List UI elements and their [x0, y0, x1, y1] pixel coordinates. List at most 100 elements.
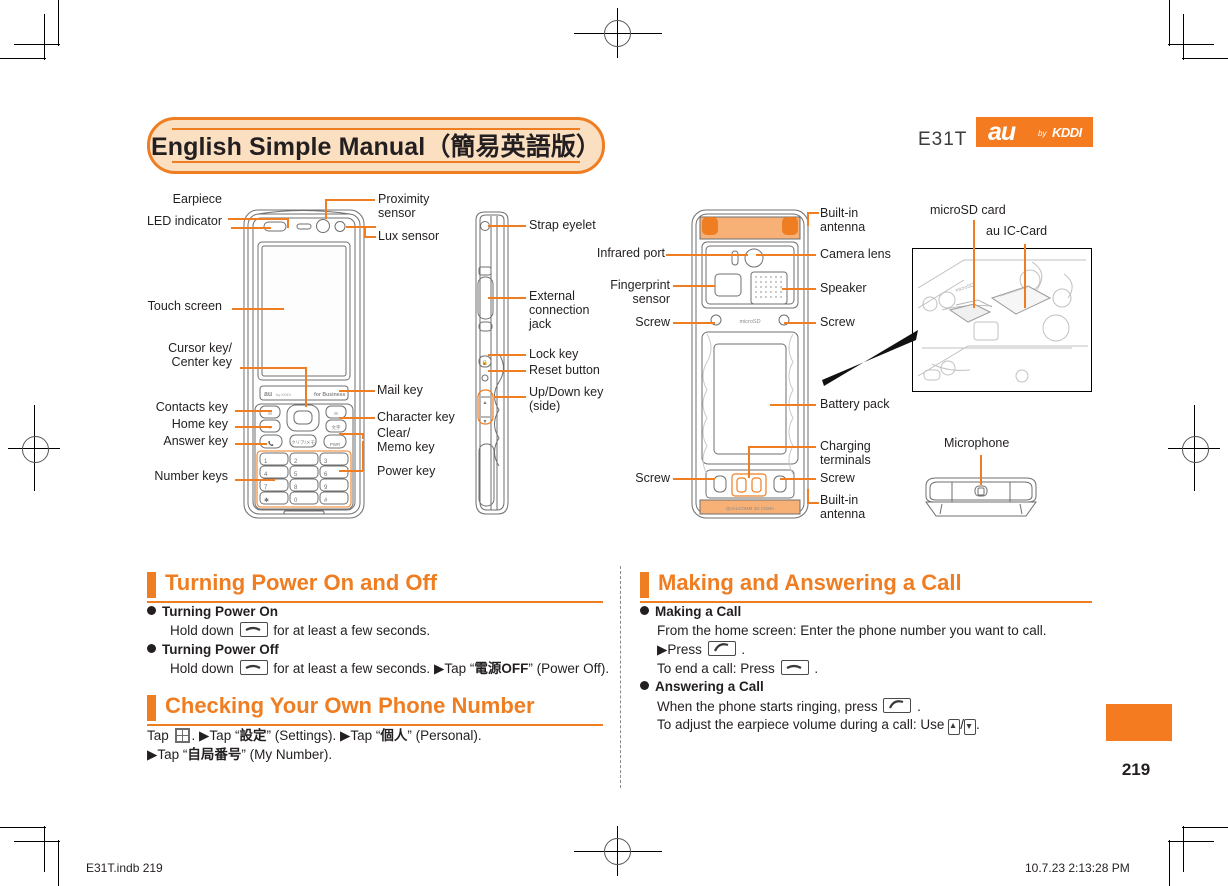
section-heading-own-phone-number: Checking Your Own Phone Number	[165, 693, 535, 718]
settings-japanese: 設定	[239, 728, 267, 743]
label-screw-back-right-top: Screw	[820, 315, 855, 329]
label-camera-lens: Camera lens	[820, 247, 891, 261]
label-speaker: Speaker	[820, 281, 867, 295]
page-title-banner: English Simple Manual（簡易英語版）	[147, 117, 605, 174]
label-led-indicator: LED indicator	[146, 214, 222, 228]
registration-mark-right	[1168, 405, 1220, 491]
personal-japanese: 個人	[380, 728, 408, 743]
banner-rule-top	[172, 128, 580, 130]
footer-file-label: E31T.indb 219	[86, 861, 163, 875]
label-contacts-key: Contacts key	[155, 400, 228, 414]
text-own-number-line2: ▶Tap “自局番号” (My Number).	[147, 747, 332, 763]
registration-mark-top	[574, 8, 662, 58]
tap-sep-2: ” (Settings). ▶Tap “	[266, 728, 381, 743]
page-edge-tab	[1106, 704, 1172, 741]
label-character-key: Character key	[377, 410, 455, 424]
label-infrared-port: Infrared port	[596, 246, 665, 260]
svg-text:QUALCOMM 3G CDMA: QUALCOMM 3G CDMA	[726, 506, 774, 511]
period: .	[814, 661, 819, 676]
label-fingerprint-sensor: Fingerprint sensor	[610, 278, 670, 306]
card-slot-detail-photo: microSD	[911, 247, 1093, 397]
label-earpiece: Earpiece	[172, 192, 222, 206]
svg-text:1: 1	[264, 459, 268, 465]
tap-sep-3: ” (Personal).	[407, 728, 482, 743]
volume-down-key-icon	[963, 719, 976, 735]
leader-microsd-card	[973, 220, 975, 308]
text-own-number-line1: Tap . ▶Tap “設定” (Settings). ▶Tap “個人” (P…	[147, 728, 482, 744]
seconds-text: for at least a few seconds.	[273, 661, 431, 676]
tap-suffix: ” (Power Off).	[528, 661, 610, 676]
section-heading-turning-power: Turning Power On and Off	[165, 570, 438, 595]
footer-timestamp: 10.7.23 2:13:28 PM	[1025, 861, 1130, 875]
svg-text:✱: ✱	[264, 497, 269, 504]
press-text: ▶Press	[657, 642, 702, 657]
manual-page: English Simple Manual（簡易英語版） E31T au by …	[0, 0, 1228, 886]
label-number-keys: Number keys	[154, 469, 228, 483]
svg-text:3: 3	[324, 459, 328, 465]
tap-prefix: ▶Tap “	[147, 747, 188, 762]
label-mail-key: Mail key	[377, 383, 423, 397]
ringing-text: When the phone starts ringing, press	[657, 699, 878, 714]
section-underline	[640, 601, 1092, 603]
period: .	[917, 699, 921, 714]
label-screw-back-right-bottom: Screw	[820, 471, 855, 485]
power-key-icon	[239, 660, 268, 675]
label-microsd-card: microSD card	[930, 203, 1006, 217]
section-accent-bar	[147, 695, 156, 721]
svg-text:2: 2	[294, 459, 298, 465]
svg-text:文字: 文字	[332, 424, 341, 431]
svg-text:#: #	[324, 498, 328, 504]
model-name: E31T	[918, 129, 968, 150]
bullet-making-a-call: Making a Call	[640, 604, 741, 619]
tap-japanese-power-off: 電源OFF	[474, 661, 529, 676]
bullet-dot-icon	[640, 606, 649, 615]
svg-text:PWR: PWR	[330, 442, 341, 447]
label-au-ic-card: au IC-Card	[986, 224, 1048, 238]
svg-text:8: 8	[294, 485, 298, 491]
logo-kddi-text: KDDI	[1052, 125, 1082, 140]
end-call-text: To end a call: Press	[657, 661, 775, 676]
leader-microphone	[980, 455, 982, 485]
bullet-dot-icon	[147, 644, 156, 653]
label-cursor-center-key: Cursor key/ Center key	[168, 341, 232, 369]
label-screw-back-left-bottom: Screw	[635, 471, 670, 485]
label-home-key: Home key	[171, 417, 228, 431]
bullet-label: Answering a Call	[655, 679, 764, 694]
au-by-kddi-logo: au by KDDI	[976, 117, 1093, 147]
svg-text:▲: ▲	[483, 400, 488, 406]
label-built-in-antenna-bottom: Built-in antenna	[820, 493, 866, 521]
section-underline	[147, 724, 603, 726]
column-divider	[620, 566, 621, 788]
svg-text:クリア/メモ: クリア/メモ	[291, 440, 315, 446]
tap-prefix: ▶Tap “	[433, 661, 475, 676]
svg-text:5: 5	[294, 472, 298, 478]
svg-text:microSD: microSD	[739, 319, 760, 325]
label-touch-screen: Touch screen	[147, 299, 222, 313]
page-title: English Simple Manual（簡易英語版）	[150, 133, 602, 161]
section-heading-making-answering-call: Making and Answering a Call	[658, 570, 962, 595]
bullet-dot-icon	[640, 681, 649, 690]
volume-up-key-icon	[948, 719, 961, 735]
text-making-call-line2: ▶Press .	[657, 641, 745, 658]
label-strap-eyelet: Strap eyelet	[529, 218, 596, 232]
text-making-call-line1: From the home screen: Enter the phone nu…	[657, 623, 1047, 638]
svg-text:✉: ✉	[334, 411, 338, 416]
my-number-japanese: 自局番号	[187, 747, 242, 762]
start-menu-icon	[174, 728, 190, 743]
bullet-answering-a-call: Answering a Call	[640, 679, 764, 694]
tap-text: Tap	[147, 728, 169, 743]
bullet-turning-power-on: Turning Power On	[147, 604, 278, 619]
text-turning-power-on: Hold down for at least a few seconds.	[170, 622, 430, 639]
tap-suffix: ” (My Number).	[241, 747, 333, 762]
volume-text: To adjust the earpiece volume during a c…	[657, 717, 945, 732]
label-lux-sensor: Lux sensor	[378, 229, 440, 243]
section-accent-bar	[640, 572, 649, 598]
section-accent-bar	[147, 572, 156, 598]
text-answering-call-line1: When the phone starts ringing, press .	[657, 698, 921, 715]
label-up-down-key-side: Up/Down key (side)	[529, 385, 604, 413]
detail-pointer-wedge	[822, 330, 918, 386]
svg-text:📞: 📞	[268, 440, 274, 446]
svg-text:🔒: 🔒	[482, 359, 488, 366]
period: .	[741, 642, 746, 657]
answer-key-icon	[707, 641, 736, 656]
